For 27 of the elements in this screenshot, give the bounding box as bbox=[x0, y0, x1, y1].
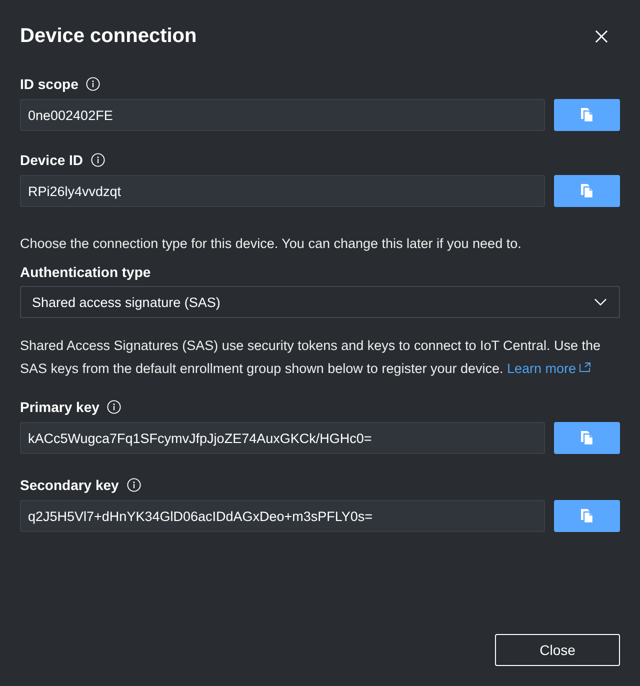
copy-icon bbox=[580, 183, 594, 199]
chevron-down-icon bbox=[594, 298, 607, 306]
text-field[interactable]: kACc5Wugca7Fq1SFcymvJfpJjoZE74AuxGKCk/HGHc0= bbox=[20, 422, 545, 454]
copy-icon bbox=[580, 508, 594, 524]
info-icon[interactable] bbox=[86, 77, 100, 91]
field-label: Device ID bbox=[20, 152, 84, 168]
dialog-title: Device connection bbox=[20, 24, 197, 48]
close-button[interactable] bbox=[595, 30, 608, 42]
info-icon[interactable] bbox=[91, 153, 106, 167]
info-icon[interactable] bbox=[107, 400, 122, 414]
text-field[interactable]: 0ne002402FE bbox=[20, 99, 545, 131]
field-label: Secondary key bbox=[20, 477, 119, 493]
field-label: ID scope bbox=[20, 76, 78, 92]
learn-more-link[interactable]: Learn more bbox=[507, 361, 592, 376]
field-label: Authentication type bbox=[20, 264, 151, 280]
text-field[interactable]: q2J5H5Vl7+dHnYK34GlD06acIDdAGxDeo+m3sPFLY0s= bbox=[20, 500, 545, 532]
sas-description: Shared Access Signatures (SAS) use security tokens and keys to connect to IoT Central. Use the SAS keys from the default enrollment group shown below to register your device. Learn more bbox=[20, 337, 602, 378]
info-icon[interactable] bbox=[126, 478, 141, 492]
close-icon bbox=[595, 30, 608, 42]
close-dialog-button[interactable]: Close bbox=[495, 634, 620, 666]
external-link-icon bbox=[579, 362, 592, 372]
connection-hint-text: Choose the connection type for this device. You can change this later if you need to. bbox=[20, 235, 522, 253]
authentication-dropdown[interactable]: Shared access signature (SAS) bbox=[20, 286, 620, 318]
copy-icon bbox=[580, 107, 594, 123]
copy-icon bbox=[580, 430, 594, 446]
text-field[interactable]: RPi26ly4vvdzqt bbox=[20, 175, 545, 207]
field-label: Primary key bbox=[20, 399, 100, 415]
